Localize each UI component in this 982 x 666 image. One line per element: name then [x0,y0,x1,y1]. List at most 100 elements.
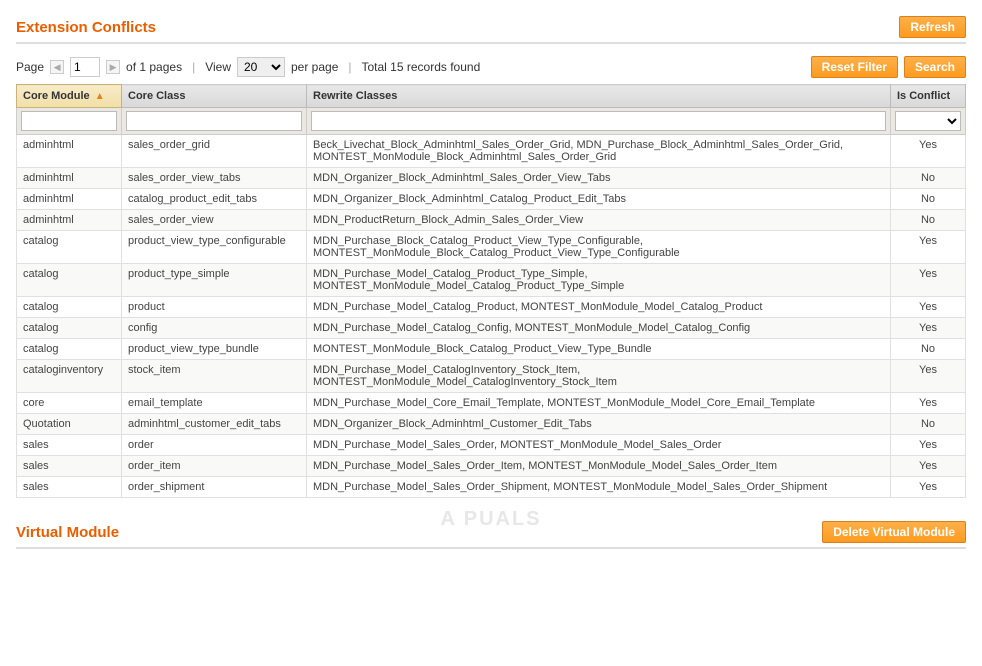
cell-is-conflict: No [891,339,966,360]
cell-core-module: core [17,393,122,414]
cell-core-module: adminhtml [17,210,122,231]
cell-rewrite-classes: MDN_Purchase_Model_Catalog_Product, MONT… [307,297,891,318]
col-header-rewrite-classes[interactable]: Rewrite Classes [307,85,891,108]
col-header-core-class[interactable]: Core Class [122,85,307,108]
filter-core-class[interactable] [126,111,302,131]
table-row[interactable]: cataloginventorystock_itemMDN_Purchase_M… [17,360,966,393]
cell-is-conflict: Yes [891,360,966,393]
cell-rewrite-classes: MDN_Purchase_Model_Catalog_Product_Type_… [307,264,891,297]
table-row[interactable]: adminhtmlcatalog_product_edit_tabsMDN_Or… [17,189,966,210]
per-page-suffix: per page [291,60,338,74]
table-row[interactable]: salesorder_shipmentMDN_Purchase_Model_Sa… [17,477,966,498]
table-row[interactable]: coreemail_templateMDN_Purchase_Model_Cor… [17,393,966,414]
cell-core-module: adminhtml [17,189,122,210]
cell-is-conflict: No [891,210,966,231]
refresh-button[interactable]: Refresh [899,16,966,38]
cell-core-class: stock_item [122,360,307,393]
col-header-core-module[interactable]: Core Module ▲ [17,85,122,108]
cell-core-class: sales_order_view_tabs [122,168,307,189]
cell-core-module: adminhtml [17,168,122,189]
cell-core-module: Quotation [17,414,122,435]
cell-core-class: product_view_type_bundle [122,339,307,360]
table-row[interactable]: salesorder_itemMDN_Purchase_Model_Sales_… [17,456,966,477]
cell-core-module: sales [17,456,122,477]
cell-rewrite-classes: MDN_Purchase_Block_Catalog_Product_View_… [307,231,891,264]
cell-is-conflict: Yes [891,318,966,339]
cell-core-class: product_view_type_configurable [122,231,307,264]
sort-asc-icon: ▲ [95,91,105,102]
separator: | [348,60,351,74]
prev-page-button[interactable]: ◀ [50,60,64,74]
conflicts-grid: Core Module ▲ Core Class Rewrite Classes… [16,84,966,498]
table-row[interactable]: Quotationadminhtml_customer_edit_tabsMDN… [17,414,966,435]
cell-rewrite-classes: MDN_Purchase_Model_Core_Email_Template, … [307,393,891,414]
table-row[interactable]: catalogproduct_view_type_configurableMDN… [17,231,966,264]
pager-toolbar: Page ◀ ▶ of 1 pages | View 20 per page |… [16,52,966,82]
col-label: Core Module [23,90,90,102]
cell-core-module: adminhtml [17,135,122,168]
per-page-select[interactable]: 20 [237,57,285,77]
cell-core-module: sales [17,435,122,456]
cell-is-conflict: Yes [891,297,966,318]
cell-is-conflict: Yes [891,231,966,264]
cell-core-module: sales [17,477,122,498]
delete-virtual-module-button[interactable]: Delete Virtual Module [822,521,966,543]
table-row[interactable]: catalogproductMDN_Purchase_Model_Catalog… [17,297,966,318]
cell-rewrite-classes: MDN_Purchase_Model_Sales_Order_Item, MON… [307,456,891,477]
cell-rewrite-classes: MDN_ProductReturn_Block_Admin_Sales_Orde… [307,210,891,231]
cell-rewrite-classes: MDN_Purchase_Model_Catalog_Config, MONTE… [307,318,891,339]
cell-rewrite-classes: MDN_Purchase_Model_Sales_Order, MONTEST_… [307,435,891,456]
cell-is-conflict: Yes [891,456,966,477]
search-button[interactable]: Search [904,56,966,78]
table-row[interactable]: salesorderMDN_Purchase_Model_Sales_Order… [17,435,966,456]
cell-core-class: adminhtml_customer_edit_tabs [122,414,307,435]
cell-core-class: product [122,297,307,318]
cell-core-module: cataloginventory [17,360,122,393]
table-row[interactable]: adminhtmlsales_order_view_tabsMDN_Organi… [17,168,966,189]
cell-core-module: catalog [17,231,122,264]
cell-is-conflict: Yes [891,393,966,414]
filter-is-conflict[interactable] [895,111,961,131]
cell-core-class: product_type_simple [122,264,307,297]
cell-rewrite-classes: MDN_Purchase_Model_CatalogInventory_Stoc… [307,360,891,393]
cell-is-conflict: Yes [891,135,966,168]
virtual-module-title: Virtual Module [16,524,119,541]
cell-core-module: catalog [17,318,122,339]
filter-rewrite-classes[interactable] [311,111,886,131]
table-row[interactable]: catalogconfigMDN_Purchase_Model_Catalog_… [17,318,966,339]
separator: | [192,60,195,74]
cell-core-class: config [122,318,307,339]
cell-is-conflict: Yes [891,435,966,456]
next-page-button[interactable]: ▶ [106,60,120,74]
page-title: Extension Conflicts [16,19,156,36]
page-input[interactable] [70,57,100,77]
cell-core-class: sales_order_view [122,210,307,231]
total-records: Total 15 records found [362,60,481,74]
table-row[interactable]: adminhtmlsales_order_viewMDN_ProductRetu… [17,210,966,231]
cell-is-conflict: Yes [891,477,966,498]
cell-core-class: email_template [122,393,307,414]
cell-core-class: catalog_product_edit_tabs [122,189,307,210]
table-row[interactable]: catalogproduct_type_simpleMDN_Purchase_M… [17,264,966,297]
cell-core-class: order [122,435,307,456]
page-label: Page [16,60,44,74]
cell-is-conflict: Yes [891,264,966,297]
reset-filter-button[interactable]: Reset Filter [811,56,898,78]
cell-core-module: catalog [17,339,122,360]
cell-core-module: catalog [17,297,122,318]
cell-is-conflict: No [891,168,966,189]
of-pages-label: of 1 pages [126,60,182,74]
view-label: View [205,60,231,74]
cell-rewrite-classes: MDN_Organizer_Block_Adminhtml_Catalog_Pr… [307,189,891,210]
cell-rewrite-classes: MDN_Purchase_Model_Sales_Order_Shipment,… [307,477,891,498]
table-row[interactable]: adminhtmlsales_order_gridBeck_Livechat_B… [17,135,966,168]
cell-core-class: order_shipment [122,477,307,498]
cell-rewrite-classes: MDN_Organizer_Block_Adminhtml_Sales_Orde… [307,168,891,189]
col-header-is-conflict[interactable]: Is Conflict [891,85,966,108]
table-row[interactable]: catalogproduct_view_type_bundleMONTEST_M… [17,339,966,360]
cell-core-module: catalog [17,264,122,297]
cell-rewrite-classes: MDN_Organizer_Block_Adminhtml_Customer_E… [307,414,891,435]
filter-core-module[interactable] [21,111,117,131]
cell-core-class: order_item [122,456,307,477]
cell-is-conflict: No [891,189,966,210]
